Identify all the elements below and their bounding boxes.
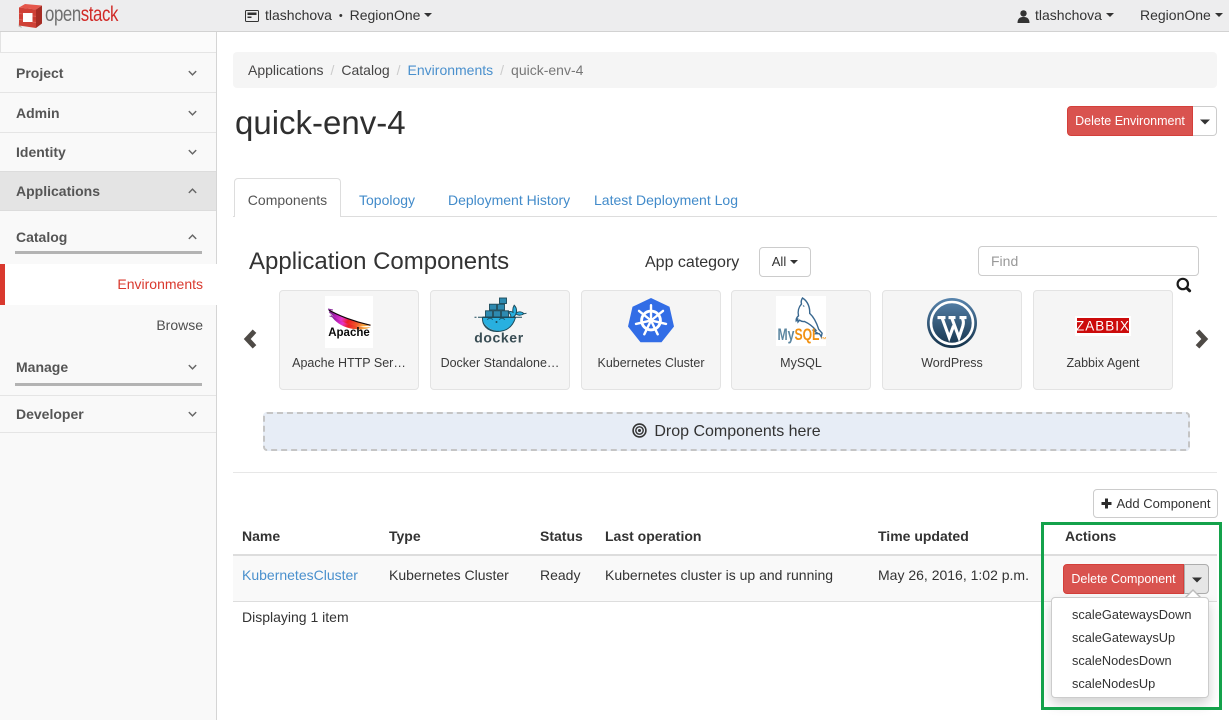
svg-text:MySQL: MySQL <box>778 325 820 344</box>
svg-text:Apache: Apache <box>328 327 370 339</box>
svg-text:ZABBIX: ZABBIX <box>1076 319 1130 334</box>
svg-text:docker: docker <box>474 330 524 346</box>
svg-text:™: ™ <box>821 336 827 343</box>
